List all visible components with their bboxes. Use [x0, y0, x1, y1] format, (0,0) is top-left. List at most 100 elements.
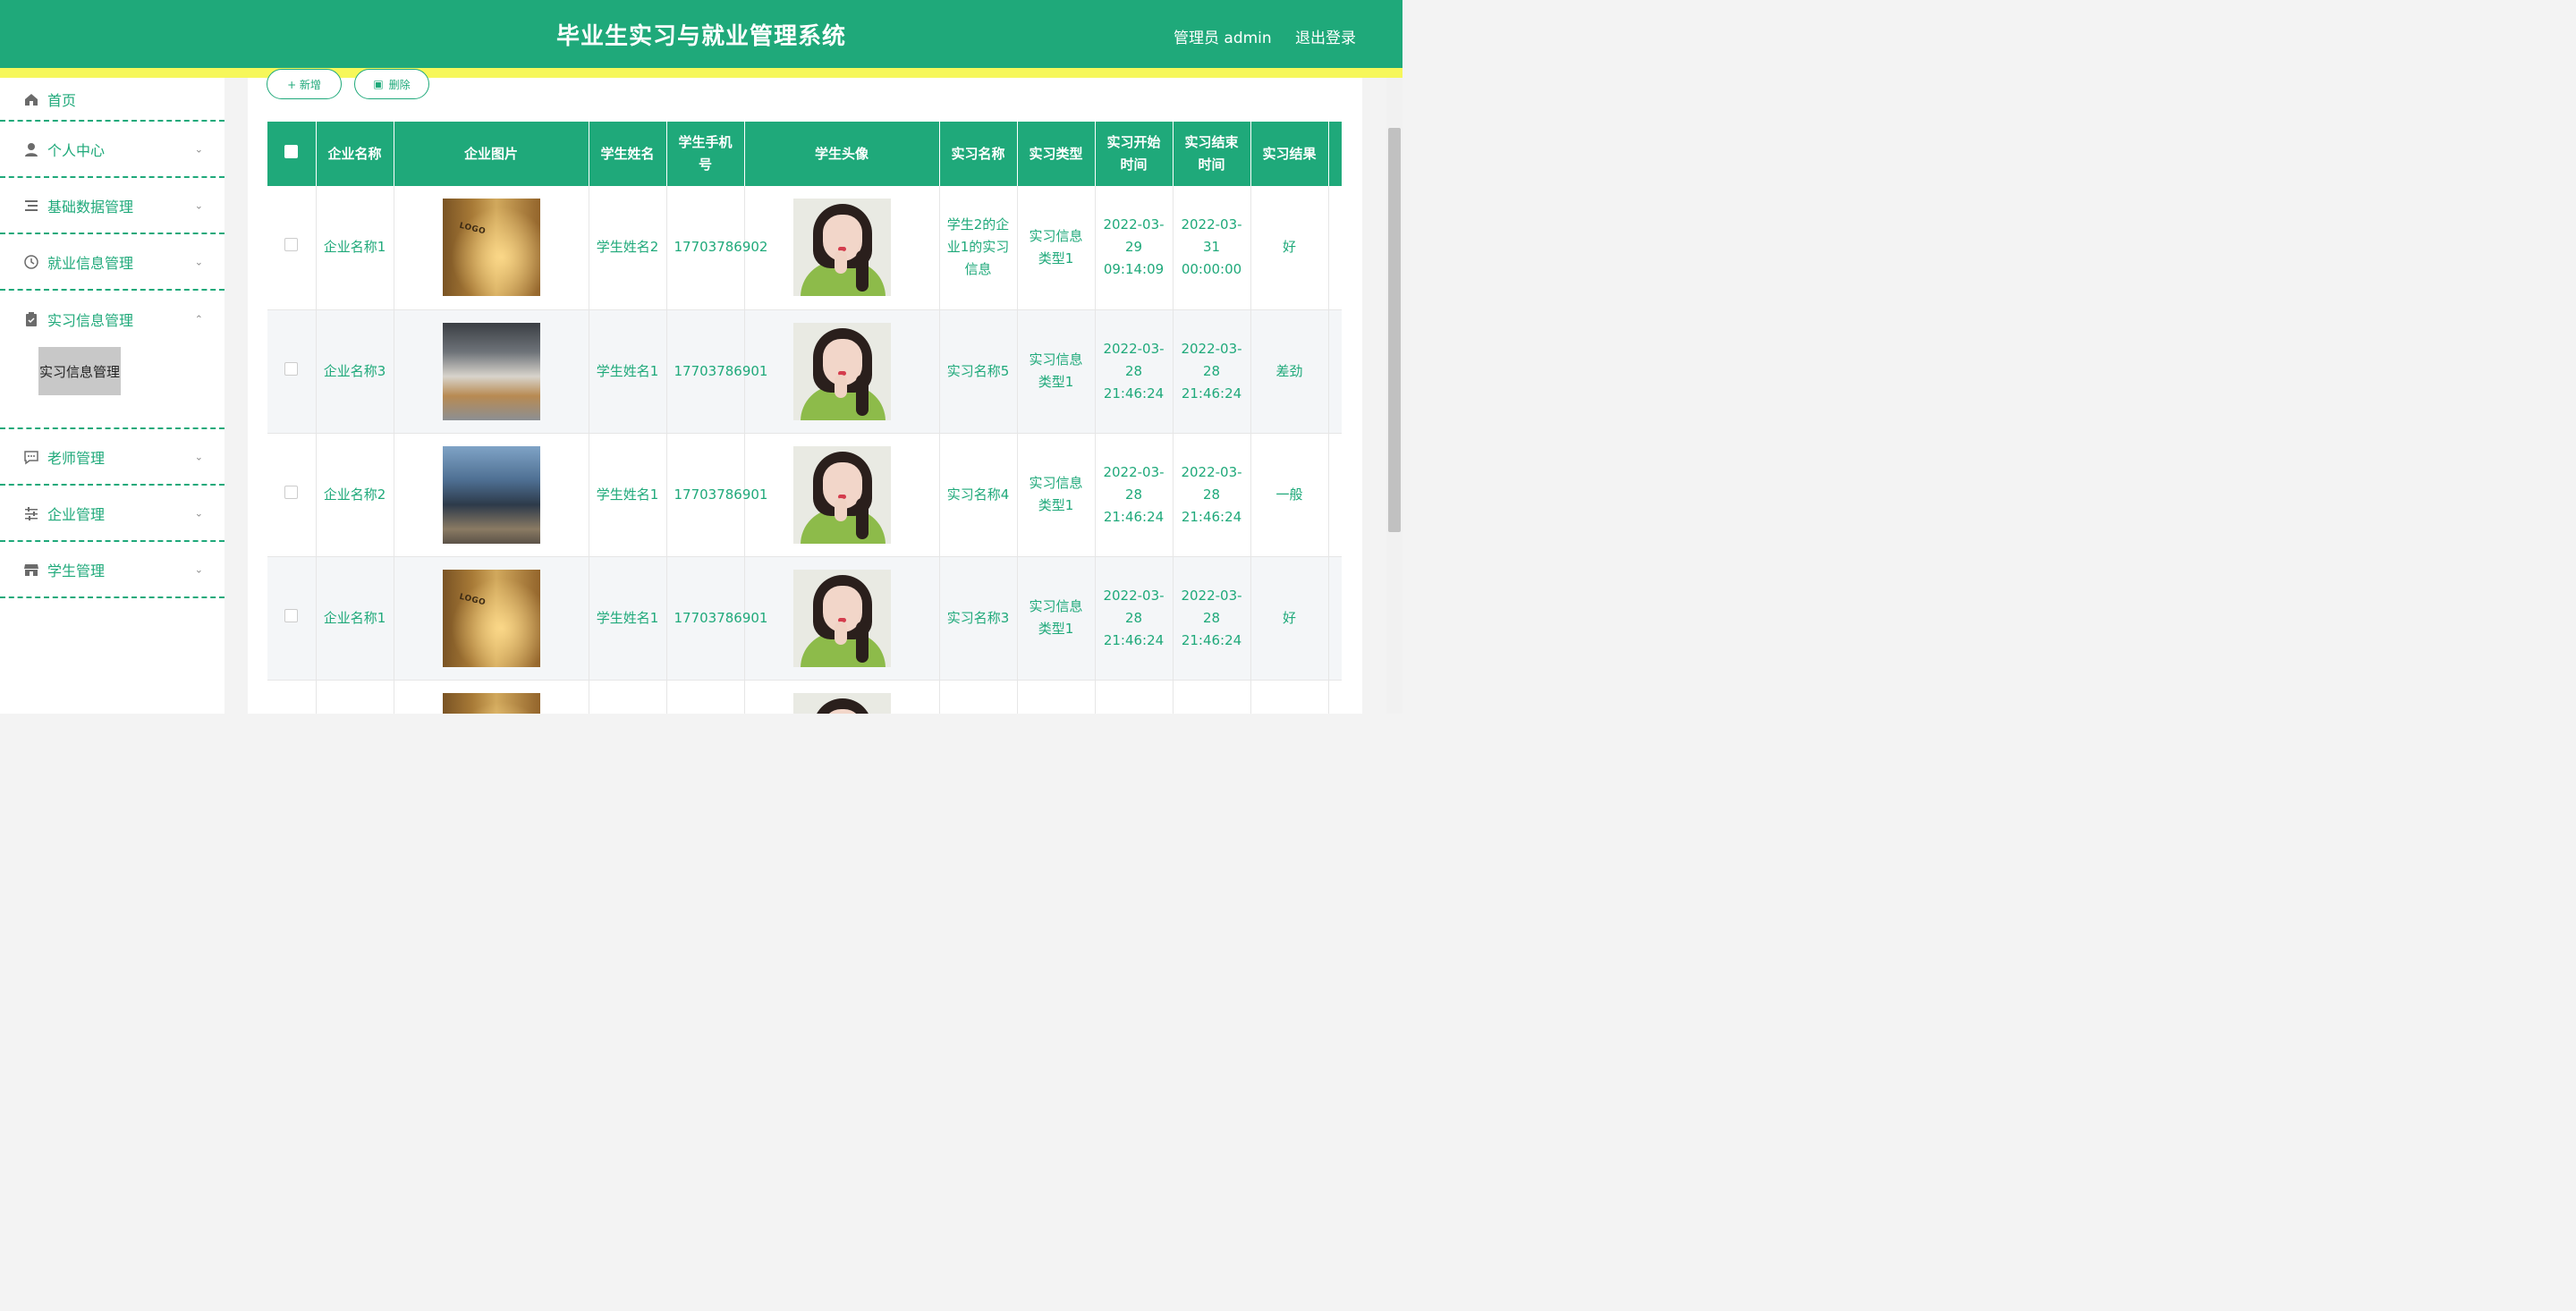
- cell-phone: 17703786901: [666, 556, 767, 681]
- company-image: [442, 322, 540, 420]
- cell-company: 企业名称3: [316, 309, 394, 434]
- cell-phone: 17703786901: [666, 309, 767, 434]
- chat-icon: [23, 449, 39, 465]
- sliders-icon: [23, 505, 39, 521]
- sidebar-item-students[interactable]: 学生管理 ⌄: [0, 542, 225, 598]
- cell-start-time: 2022-03-29 09:14:09: [1095, 186, 1174, 310]
- chevron-down-icon: ⌄: [194, 451, 203, 462]
- student-avatar: [792, 199, 891, 297]
- header-stripe: [0, 68, 1402, 78]
- column-header[interactable]: 企业名称: [316, 122, 394, 186]
- home-icon: [23, 91, 39, 107]
- cell-student: 学生姓名1: [589, 556, 667, 681]
- column-header[interactable]: 学生头像: [744, 122, 940, 186]
- cell-internship-name: 实习名称3: [939, 556, 1018, 681]
- user-info: 管理员 admin: [1174, 30, 1272, 47]
- column-header[interactable]: 实习开始时间: [1095, 122, 1174, 186]
- row-checkbox[interactable]: [284, 485, 299, 499]
- row-checkbox[interactable]: [284, 238, 299, 252]
- table-row: 企业名称3 学生姓名1 17703786901 实习名称5 实习信息类型1 20…: [267, 309, 1342, 434]
- clipboard-icon: [23, 311, 39, 327]
- clock-icon: [23, 254, 39, 270]
- column-header[interactable]: 实习结束时间: [1173, 122, 1251, 186]
- cell-start-time: 2022-03-28 21:46:24: [1095, 309, 1174, 434]
- column-header[interactable]: 实习名称: [939, 122, 1018, 186]
- delete-label: 删除: [388, 78, 411, 91]
- cell-end-time: 2022-03-28 21:46:24: [1173, 433, 1251, 557]
- sidebar-item-label: 企业管理: [47, 505, 106, 523]
- cell-result: 好: [1250, 556, 1329, 681]
- data-table: 企业名称 企业图片 学生姓名 学生手机号 学生头像 实习名称 实习类型 实习开始…: [267, 122, 1342, 714]
- row-checkbox[interactable]: [284, 608, 299, 622]
- sidebar-item-label: 老师管理: [47, 449, 106, 467]
- scrollbar-thumb[interactable]: [1388, 128, 1401, 532]
- column-header[interactable]: 实习结果: [1250, 122, 1329, 186]
- sidebar-item-label: 首页: [47, 91, 77, 109]
- sidebar-item-employment[interactable]: 就业信息管理 ⌄: [0, 234, 225, 291]
- sidebar-item-label: 就业信息管理: [47, 254, 134, 272]
- student-avatar: [792, 322, 891, 420]
- cell-company: 企业名称1: [316, 186, 394, 310]
- list-icon: [23, 198, 39, 214]
- cell-student: 学生姓名1: [589, 309, 667, 434]
- cell-end-time: 2022-03-28 21:46:24: [1173, 556, 1251, 681]
- company-image: LOGO: [442, 199, 540, 297]
- cell-start-time: 2022-03-28 21:46:24: [1095, 433, 1174, 557]
- chevron-up-icon: ⌃: [194, 313, 203, 325]
- sidebar-item-basic-data[interactable]: 基础数据管理 ⌄: [0, 178, 225, 234]
- logout-button[interactable]: 退出登录: [1295, 25, 1356, 47]
- cell-internship-name: 实习名称5: [939, 309, 1018, 434]
- cell-start-time: 2022-03-28 21:46:24: [1095, 556, 1174, 681]
- student-avatar: [792, 569, 891, 667]
- sidebar-item-label: 基础数据管理: [47, 198, 134, 216]
- sidebar-item-teachers[interactable]: 老师管理 ⌄: [0, 429, 225, 486]
- table-row: 企业名称1 LOGO 学生姓名1 17703786901 实习名称3 实习信息类…: [267, 556, 1342, 681]
- sidebar-item-label: 个人中心: [47, 141, 106, 159]
- cell-company: 企业名称2: [316, 433, 394, 557]
- sidebar-item-companies[interactable]: 企业管理 ⌄: [0, 486, 225, 542]
- submenu-internship: 实习信息管理: [0, 347, 225, 429]
- table-row: 企业名称1 LOGO 学生姓名2 17703786902 学生2的企业1的实习信…: [267, 186, 1342, 310]
- cell-internship-type: 实习信息类型1: [1017, 186, 1096, 310]
- cell-internship-type: 实习信息类型1: [1017, 433, 1096, 557]
- student-avatar: [792, 445, 891, 544]
- column-header[interactable]: 实: [1328, 122, 1342, 186]
- cell-result: 差劲: [1250, 309, 1329, 434]
- page-scrollbar[interactable]: [1386, 78, 1402, 714]
- cell-result: 好: [1250, 186, 1329, 310]
- select-all-checkbox[interactable]: [284, 144, 299, 158]
- column-header[interactable]: 企业图片: [394, 122, 589, 186]
- table-row: LOGO: [267, 680, 1342, 714]
- cell-end-time: 2022-03-31 00:00:00: [1173, 186, 1251, 310]
- sidebar-item-label: 学生管理: [47, 562, 106, 579]
- select-all-header: [267, 122, 317, 186]
- cell-result: 一般: [1250, 433, 1329, 557]
- chevron-down-icon: ⌄: [194, 143, 203, 155]
- column-header[interactable]: 学生手机号: [666, 122, 745, 186]
- delete-button[interactable]: ▣ 删除: [354, 69, 429, 99]
- user-icon: [23, 141, 39, 157]
- cell-student: 学生姓名1: [589, 433, 667, 557]
- cell-end-time: 2022-03-28 21:46:24: [1173, 309, 1251, 434]
- company-image: LOGO: [442, 569, 540, 667]
- sidebar-item-profile[interactable]: 个人中心 ⌄: [0, 122, 225, 178]
- cell-internship-name: 实习名称4: [939, 433, 1018, 557]
- column-header[interactable]: 实习类型: [1017, 122, 1096, 186]
- cell-internship-type: 实习信息类型1: [1017, 556, 1096, 681]
- sidebar-item-internship[interactable]: 实习信息管理 ⌃: [0, 291, 225, 347]
- company-image: LOGO: [442, 692, 540, 714]
- company-image: [442, 445, 540, 544]
- chevron-down-icon: ⌄: [194, 563, 203, 575]
- column-header[interactable]: 学生姓名: [589, 122, 667, 186]
- sidebar: 首页 个人中心 ⌄ 基础数据管理 ⌄ 就业信息管理 ⌄ 实习信息管理 ⌃ 实习信…: [0, 78, 225, 714]
- table-row: 企业名称2 学生姓名1 17703786901 实习名称4 实习信息类型1 20…: [267, 433, 1342, 557]
- cell-phone: 17703786902: [666, 186, 767, 310]
- sidebar-item-home[interactable]: 首页: [0, 78, 225, 122]
- add-button[interactable]: + 新增: [267, 69, 342, 99]
- sidebar-item-label: 实习信息管理: [47, 311, 134, 329]
- student-avatar: [792, 692, 891, 714]
- row-checkbox[interactable]: [284, 361, 299, 376]
- submenu-item-internship-info[interactable]: 实习信息管理: [38, 347, 121, 395]
- chevron-down-icon: ⌄: [194, 199, 203, 211]
- cell-company: 企业名称1: [316, 556, 394, 681]
